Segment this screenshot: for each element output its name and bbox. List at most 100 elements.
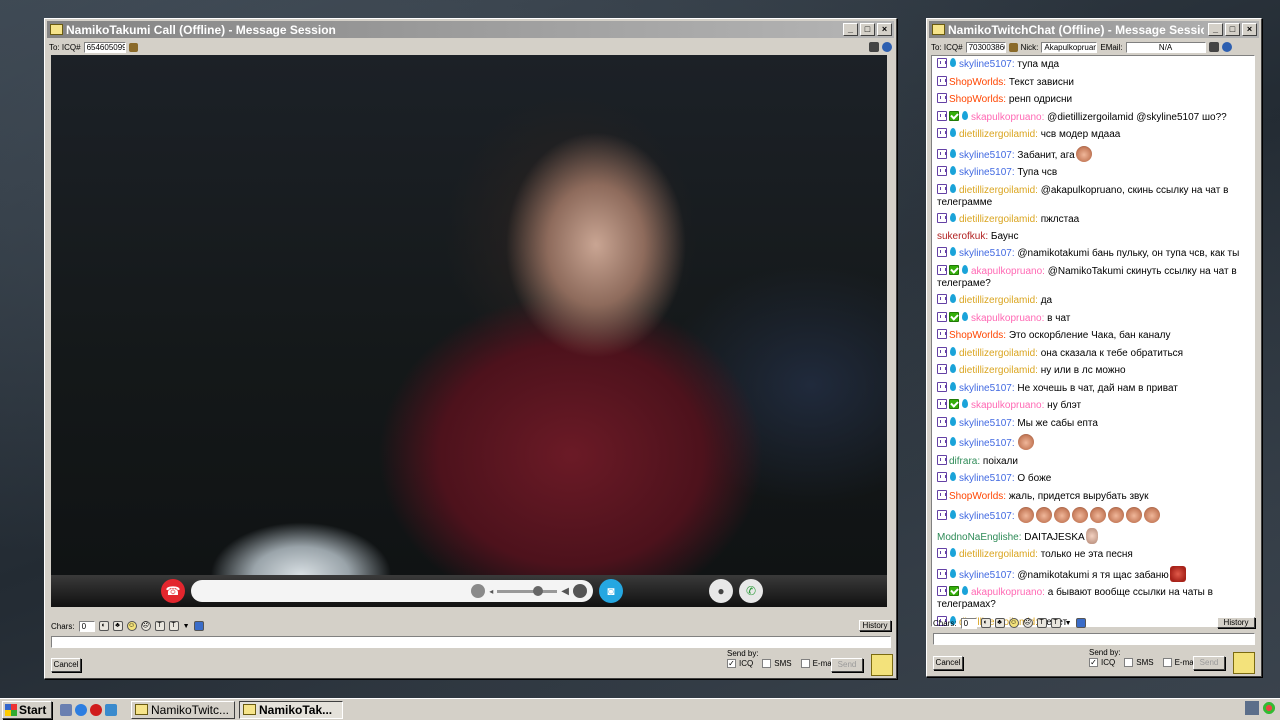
chat-nick[interactable]: ShopWorlds:	[949, 330, 1006, 341]
chat-nick[interactable]: ShopWorlds:	[949, 491, 1006, 502]
send-email-checkbox[interactable]	[800, 659, 810, 668]
chat-message: skapulkopruano: ну блэт	[937, 399, 1250, 412]
spell-check-icon[interactable]: ◐	[980, 618, 991, 628]
icq-number-field[interactable]: 703003860	[965, 41, 1006, 53]
font-dropdown-icon[interactable]: ▼	[183, 623, 190, 630]
volume-slider-knob[interactable]	[533, 585, 544, 596]
chat-nick[interactable]: skyline5107:	[959, 473, 1015, 484]
user-info-icon[interactable]	[1008, 42, 1018, 52]
email-field[interactable]: N/A	[1125, 41, 1206, 53]
send-button[interactable]: Send	[1193, 656, 1225, 670]
chat-nick[interactable]: akapulkopruano:	[971, 587, 1045, 598]
taskbar-item-call[interactable]: NamikoTak...	[239, 700, 343, 719]
chat-nick[interactable]: dietillizergoilamid:	[959, 214, 1038, 225]
minimize-button[interactable]: _	[1208, 23, 1223, 36]
chat-nick[interactable]: difrara:	[949, 456, 980, 467]
opera-icon[interactable]	[90, 703, 102, 716]
close-button[interactable]: ×	[1242, 23, 1257, 36]
font-icon[interactable]: T	[154, 621, 165, 631]
chat-nick[interactable]: skapulkopruano:	[971, 313, 1044, 324]
drop-badge-icon	[949, 381, 957, 392]
emoticons-icon[interactable]: ☹	[1022, 618, 1033, 628]
smiley-icon[interactable]: ☺	[126, 621, 137, 631]
nick-field[interactable]: Akapulkopruano	[1041, 41, 1098, 53]
drop-badge-icon	[949, 437, 957, 447]
chat-nick[interactable]: skyline5107:	[959, 248, 1015, 259]
chat-nick[interactable]: skyline5107:	[959, 570, 1015, 581]
send-button[interactable]: Send	[831, 658, 863, 672]
speaker-icon[interactable]: ◀	[561, 586, 569, 597]
spell-check-icon[interactable]: ◐	[98, 621, 109, 631]
send-sms-checkbox[interactable]	[1124, 658, 1134, 667]
chat-nick[interactable]: dietillizergoilamid:	[959, 348, 1038, 359]
answer-button[interactable]: ✆	[739, 579, 763, 603]
font-icon[interactable]: T	[1036, 618, 1047, 628]
chat-nick[interactable]: ShopWorlds:	[949, 94, 1006, 105]
chat-nick[interactable]: sukerofkuk:	[937, 231, 988, 242]
chat-nick[interactable]: dietillizergoilamid:	[959, 185, 1038, 196]
font-color-icon[interactable]: T	[1050, 618, 1061, 628]
chat-log[interactable]: skyline5107: тупа мда ShopWorlds: Текст з…	[931, 55, 1255, 627]
minimize-button[interactable]: _	[843, 23, 858, 36]
message-envelope-icon[interactable]	[1233, 652, 1255, 674]
show-desktop-icon[interactable]	[60, 703, 72, 716]
chat-nick[interactable]: dietillizergoilamid:	[959, 549, 1038, 560]
chat-nick[interactable]: ShopWorlds:	[949, 77, 1006, 88]
emoticons-icon[interactable]: ☹	[140, 621, 151, 631]
send-icq-checkbox[interactable]: ✓	[1089, 658, 1098, 667]
chat-window-titlebar[interactable]: NamikoTwitchChat (Offline) - Message Ses…	[929, 21, 1259, 38]
taskbar-item-chat[interactable]: NamikoTwitc...	[131, 700, 235, 719]
smiley-icon[interactable]: ☺	[1008, 618, 1019, 628]
font-color-icon[interactable]: T	[168, 621, 179, 631]
chat-message: dietillizergoilamid: только не эта песня	[937, 548, 1250, 561]
hang-up-button[interactable]: ☎	[161, 579, 185, 603]
maximize-button[interactable]: □	[1225, 23, 1240, 36]
chat-nick[interactable]: skapulkopruano:	[971, 112, 1044, 123]
call-toolbar: Chars: 0 ◐ ♣ ☺ ☹ T T ▼	[51, 619, 891, 633]
font-dropdown-icon[interactable]: ▼	[1065, 620, 1072, 627]
chat-button[interactable]: ●	[709, 579, 733, 603]
chat-nick[interactable]: skyline5107:	[959, 511, 1015, 522]
ie-icon[interactable]	[75, 703, 87, 716]
history-button[interactable]: History	[1217, 617, 1255, 628]
chat-nick[interactable]: dietillizergoilamid:	[959, 129, 1038, 140]
background-color-icon[interactable]	[1075, 618, 1086, 628]
video-toggle-button[interactable]: ◙	[599, 579, 623, 603]
translate-icon[interactable]: ♣	[994, 618, 1005, 628]
background-color-icon[interactable]	[193, 621, 204, 631]
chat-nick[interactable]: skyline5107:	[959, 59, 1015, 70]
message-input[interactable]	[51, 636, 891, 648]
chat-nick[interactable]: akapulkopruano:	[971, 266, 1045, 277]
close-button[interactable]: ×	[877, 23, 892, 36]
send-icq-checkbox[interactable]: ✓	[727, 659, 736, 668]
chat-nick[interactable]: dietillizergoilamid:	[959, 295, 1038, 306]
history-button[interactable]: History	[859, 620, 891, 631]
send-sms-checkbox[interactable]	[762, 659, 772, 668]
chat-nick[interactable]: skyline5107:	[959, 438, 1015, 449]
start-button[interactable]: Start	[2, 700, 52, 719]
call-window-titlebar[interactable]: NamikoTakumi Call (Offline) - Message Se…	[47, 21, 894, 38]
translate-icon[interactable]: ♣	[112, 621, 123, 631]
send-email-checkbox[interactable]	[1162, 658, 1172, 667]
media-player-icon[interactable]	[105, 703, 117, 716]
help-icon[interactable]	[1221, 42, 1232, 52]
volume-down-icon[interactable]: ◂	[489, 587, 493, 596]
message-input[interactable]	[933, 633, 1255, 645]
cancel-button[interactable]: Cancel	[51, 658, 81, 672]
taskbar-item-label: NamikoTwitc...	[151, 702, 230, 717]
volume-slider[interactable]	[497, 585, 558, 596]
chat-nick[interactable]: ModnoNaEnglishe:	[937, 532, 1022, 543]
icq-flower-icon[interactable]	[1262, 701, 1276, 715]
contact-details-icon[interactable]	[1208, 42, 1219, 52]
cancel-button[interactable]: Cancel	[933, 656, 963, 670]
network-icon[interactable]	[1245, 701, 1259, 715]
chat-nick[interactable]: skapulkopruano:	[971, 400, 1044, 411]
chat-nick[interactable]: skyline5107:	[959, 418, 1015, 429]
dropdown-chevron-icon[interactable]	[573, 584, 587, 598]
chat-nick[interactable]: skyline5107:	[959, 150, 1015, 161]
chat-nick[interactable]: dietillizergoilamid:	[959, 365, 1038, 376]
chat-nick[interactable]: skyline5107:	[959, 167, 1015, 178]
chat-nick[interactable]: skyline5107:	[959, 383, 1015, 394]
maximize-button[interactable]: □	[860, 23, 875, 36]
message-envelope-icon[interactable]	[871, 654, 893, 676]
